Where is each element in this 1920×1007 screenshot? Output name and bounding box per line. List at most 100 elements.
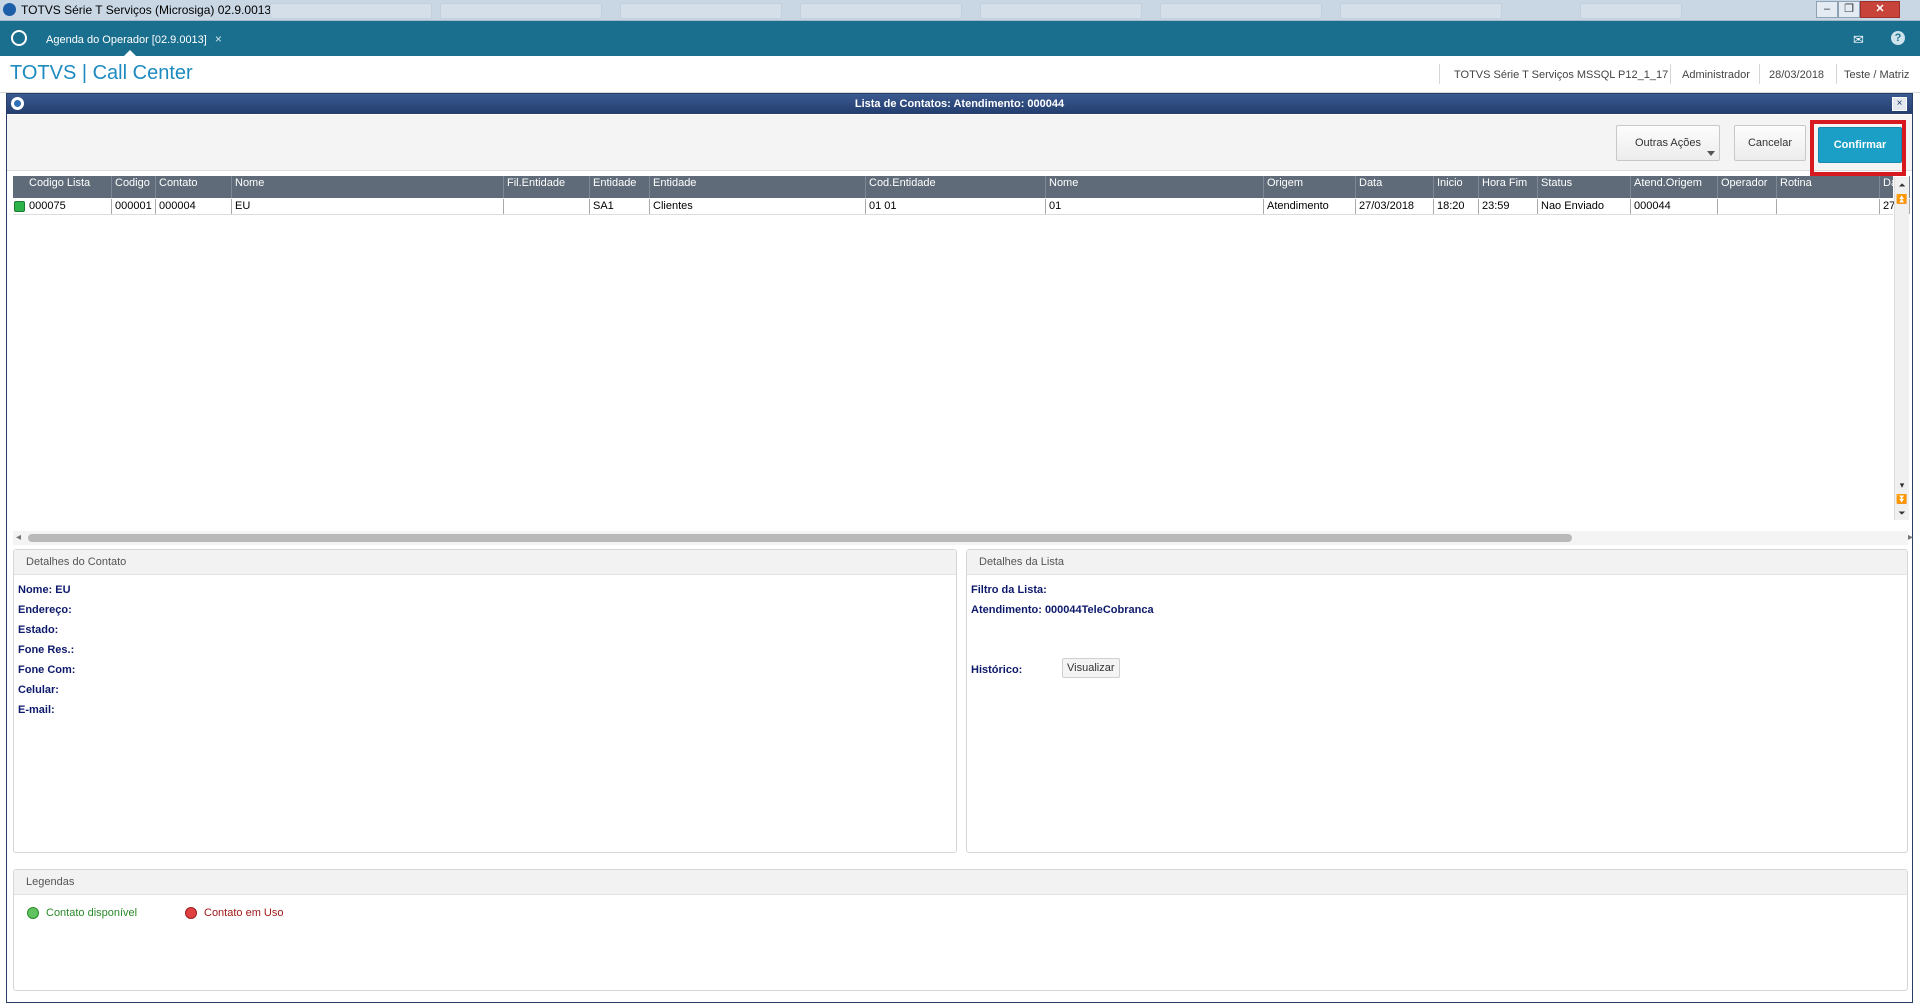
tab-close-icon[interactable]: × <box>215 32 222 46</box>
column-header[interactable]: Inicio <box>1434 176 1479 198</box>
column-header[interactable]: Entidade <box>590 176 650 198</box>
column-header[interactable]: Nome <box>232 176 504 198</box>
other-actions-button[interactable]: Outras Ações <box>1616 125 1720 161</box>
table-cell[interactable]: 000075 <box>26 199 112 214</box>
column-header[interactable]: Nome <box>1046 176 1264 198</box>
column-header[interactable]: Operador <box>1718 176 1777 198</box>
legend-item-in-use: Contato em Uso <box>185 907 283 920</box>
scroll-top-icon[interactable]: ⏶ <box>1896 179 1908 191</box>
highlight-annotation <box>1810 120 1906 176</box>
background-window-tab[interactable] <box>1580 3 1682 19</box>
table-cell[interactable]: 000001 <box>112 199 156 214</box>
dialog-close-button[interactable]: × <box>1892 97 1907 111</box>
window-title: TOTVS Série T Serviços (Microsiga) 02.9.… <box>21 3 272 17</box>
contact-state: Estado: <box>18 624 59 636</box>
contact-name: Nome: EU <box>18 584 71 596</box>
app-tab-bar: Agenda do Operador [02.9.0013] × ✉ ? <box>0 21 1920 56</box>
os-titlebar: TOTVS Série T Serviços (Microsiga) 02.9.… <box>0 0 1920 21</box>
legend-item-available: Contato disponível <box>27 907 138 920</box>
table-cell[interactable]: Nao Enviado <box>1538 199 1631 214</box>
maximize-button[interactable]: ❐ <box>1838 1 1860 18</box>
scroll-page-down-icon[interactable]: ⏬ <box>1896 493 1908 505</box>
dialog-title: Lista de Contatos: Atendimento: 000044 <box>854 98 1065 110</box>
environment-label: TOTVS Série T Serviços MSSQL P12_1_17 <box>1454 69 1669 81</box>
table-cell[interactable]: 27/03/2018 <box>1356 199 1434 214</box>
column-header[interactable]: Origem <box>1264 176 1356 198</box>
background-window-tab[interactable] <box>980 3 1142 19</box>
scroll-bottom-icon[interactable]: ⏷ <box>1896 507 1908 519</box>
horizontal-scrollbar[interactable]: ◂ ▸ <box>13 531 1913 545</box>
dialog-toolbar: Outras Ações Cancelar Confirmar <box>7 115 1912 176</box>
panel-title: Legendas <box>14 870 1907 895</box>
branch-label: Teste / Matriz <box>1844 69 1910 81</box>
column-header[interactable]: Cod.Entidade <box>866 176 1046 198</box>
column-header[interactable]: Rotina <box>1777 176 1880 198</box>
table-cell[interactable]: 23:59 <box>1479 199 1538 214</box>
column-header[interactable]: Codigo Lista <box>26 176 112 198</box>
list-details-panel: Detalhes da Lista Filtro da Lista: Atend… <box>966 549 1908 853</box>
contact-list-dialog: Lista de Contatos: Atendimento: 000044 ×… <box>6 93 1913 1003</box>
background-window-tab[interactable] <box>1340 3 1502 19</box>
cancel-button[interactable]: Cancelar <box>1734 125 1806 161</box>
background-window-tab[interactable] <box>1160 3 1322 19</box>
legend-label: Contato disponível <box>46 907 138 919</box>
contact-details-panel: Detalhes do Contato Nome: EU Endereço: E… <box>13 549 957 853</box>
minimize-button[interactable]: – <box>1816 1 1838 18</box>
column-header[interactable]: Hora Fim <box>1479 176 1538 198</box>
background-window-tab[interactable] <box>440 3 602 19</box>
scroll-left-icon[interactable]: ◂ <box>16 532 21 543</box>
scroll-right-icon[interactable]: ▸ <box>1908 532 1913 543</box>
table-cell[interactable] <box>1718 199 1777 214</box>
background-window-tab[interactable] <box>800 3 962 19</box>
tab-label: Agenda do Operador [02.9.0013] <box>46 34 207 46</box>
divider <box>1439 64 1440 84</box>
list-filter: Filtro da Lista: <box>971 584 1047 596</box>
table-cell[interactable]: 01 <box>1046 199 1264 214</box>
column-header[interactable]: Codigo <box>112 176 156 198</box>
column-header[interactable]: Atend.Origem <box>1631 176 1718 198</box>
table-cell[interactable] <box>1777 199 1880 214</box>
dialog-titlebar: Lista de Contatos: Atendimento: 000044 × <box>7 94 1912 114</box>
table-cell[interactable]: SA1 <box>590 199 650 214</box>
other-actions-label: Outras Ações <box>1634 137 1702 149</box>
red-circle-icon <box>185 907 197 920</box>
home-icon[interactable] <box>11 30 27 46</box>
table-row[interactable]: 000075 000001 000004 EU SA1 Clientes 01 01 01 At… <box>13 199 1910 215</box>
legend-panel: Legendas Contato disponível Contato em U… <box>13 869 1908 991</box>
panel-title: Detalhes da Lista <box>967 550 1907 575</box>
view-history-button[interactable]: Visualizar <box>1062 658 1120 678</box>
scroll-down-icon[interactable]: ▾ <box>1896 479 1908 491</box>
list-service: Atendimento: 000044TeleCobranca <box>971 604 1154 616</box>
user-label: Administrador <box>1682 69 1750 81</box>
contact-grid: Codigo Lista Codigo Contato Nome Fil.Entidad… <box>13 176 1910 436</box>
background-window-tab[interactable] <box>620 3 782 19</box>
history-label: Histórico: <box>971 664 1023 676</box>
table-cell[interactable]: 18:20 <box>1434 199 1479 214</box>
scroll-page-up-icon[interactable]: ⏫ <box>1896 193 1908 205</box>
column-header[interactable]: Fil.Entidade <box>504 176 590 198</box>
column-header[interactable]: Data <box>1356 176 1434 198</box>
grid-header: Codigo Lista Codigo Contato Nome Fil.Entidad… <box>13 176 1910 198</box>
table-cell[interactable]: 01 01 <box>866 199 1046 214</box>
help-icon[interactable]: ? <box>1891 31 1905 45</box>
column-header[interactable]: Status <box>1538 176 1631 198</box>
status-available-icon <box>14 201 25 212</box>
table-cell[interactable]: EU <box>232 199 504 214</box>
divider <box>1836 64 1837 84</box>
close-window-button[interactable]: ✕ <box>1860 1 1900 18</box>
column-header[interactable]: Entidade <box>650 176 866 198</box>
contact-email: E-mail: <box>18 704 55 716</box>
app-logo-icon <box>3 3 16 16</box>
column-header[interactable]: Contato <box>156 176 232 198</box>
scrollbar-thumb[interactable] <box>28 534 1572 542</box>
divider <box>1670 64 1671 84</box>
table-cell[interactable]: 000044 <box>1631 199 1718 214</box>
table-cell[interactable] <box>504 199 590 214</box>
table-cell[interactable]: Atendimento <box>1264 199 1356 214</box>
table-cell[interactable]: Clientes <box>650 199 866 214</box>
table-cell[interactable]: 000004 <box>156 199 232 214</box>
background-window-tab[interactable] <box>270 3 432 19</box>
contact-phone-work: Fone Com: <box>18 664 76 676</box>
vertical-scrollbar[interactable]: ⏶ ⏫ ▾ ⏬ ⏷ <box>1894 177 1909 520</box>
mail-icon[interactable]: ✉ <box>1853 32 1864 48</box>
